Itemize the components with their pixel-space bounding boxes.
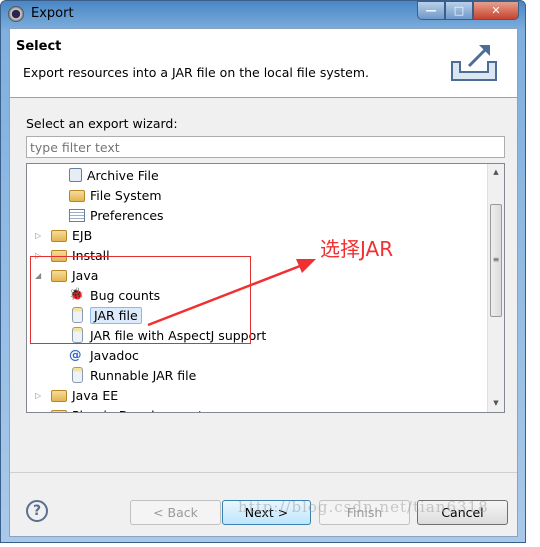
annotation-arrow xyxy=(147,259,316,327)
annotation-text: 选择JAR xyxy=(320,237,394,261)
